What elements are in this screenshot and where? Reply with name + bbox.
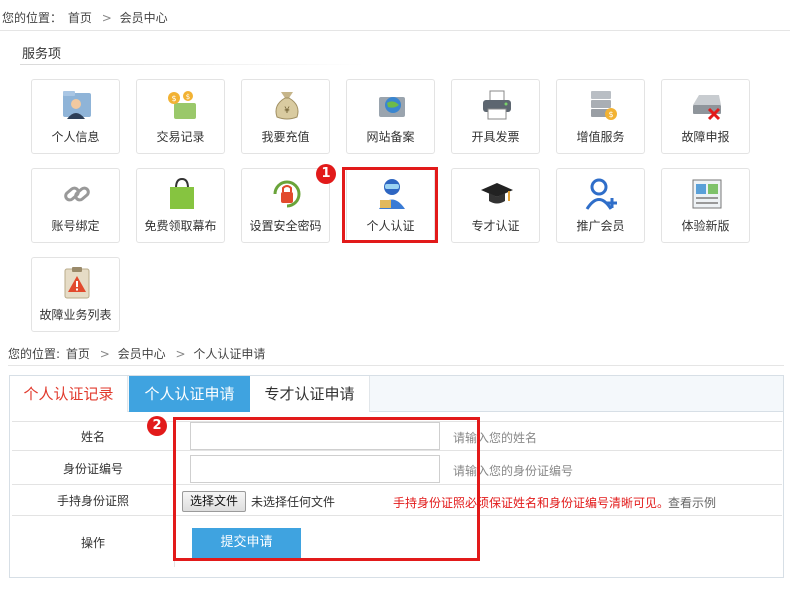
warning-clipboard-icon [64,267,90,299]
breadcrumb-prefix: 您的位置： [2,11,63,25]
drive-error-icon [693,95,721,121]
service-tile-talent-verify[interactable]: 专才认证 [451,168,540,243]
divider [8,365,784,366]
breadcrumb-home-link[interactable]: 首页 [68,11,92,25]
service-label: 开具发票 [471,130,520,144]
tab-talent-apply[interactable]: 专才认证申请 [250,376,370,412]
breadcrumb-home-link[interactable]: 首页 [66,347,90,361]
form-row-action: 操作 [12,517,782,567]
globe-record-icon [379,97,405,117]
chain-link-icon [64,186,90,202]
file-status: 未选择任何文件 [251,495,336,509]
service-label: 我要充值 [261,130,310,144]
name-input[interactable] [190,422,440,450]
service-label: 故障申报 [681,130,730,144]
breadcrumb-separator: > [99,347,110,361]
service-tile-website-filing[interactable]: 网站备案 [346,79,435,154]
person-verify-icon [379,179,405,209]
security-lock-icon [273,180,301,208]
add-user-icon [585,178,617,210]
service-label: 体验新版 [681,219,730,233]
photo-label: 手持身份证照 [12,486,175,515]
verification-panel: 个人认证记录 个人认证申请 专才认证申请 姓名 身份证编号 手持身份证照 操作 … [9,375,784,578]
new-version-window-icon [692,179,722,209]
service-label: 增值服务 [576,130,625,144]
id-number-input[interactable] [190,455,440,483]
services-divider [20,64,365,65]
service-label: 故障业务列表 [39,308,112,322]
svg-text:$: $ [186,93,190,101]
service-label: 网站备案 [366,130,415,144]
tab-bar: 个人认证记录 个人认证申请 专才认证申请 [10,376,783,412]
tab-verify-apply[interactable]: 个人认证申请 [129,376,250,412]
svg-text:$: $ [608,110,613,119]
breadcrumb-separator: > [101,11,112,25]
breadcrumb-current: 个人认证申请 [193,347,266,361]
service-label: 账号绑定 [51,219,100,233]
breadcrumb-separator: > [175,347,186,361]
service-tile-transactions[interactable]: $ $ 交易记录 [136,79,225,154]
user-folder-icon [63,91,91,119]
breadcrumb-prefix: 您的位置: [8,347,61,361]
shopping-bag-icon [170,177,194,209]
server-coin-icon: $ [591,91,617,120]
service-label: 设置安全密码 [249,219,322,233]
submit-button[interactable]: 提交申请 [192,528,301,558]
service-tile-recharge[interactable]: ¥ 我要充值 [241,79,330,154]
service-tile-fault-report[interactable]: 故障申报 [661,79,750,154]
step-badge-1: 1 [316,164,336,184]
photo-warning: 手持身份证照必须保证姓名和身份证编号清晰可见。 [393,496,670,510]
step-badge-2: 2 [147,416,167,436]
graduation-cap-icon [481,183,513,204]
breadcrumb-member-link[interactable]: 会员中心 [118,347,166,361]
money-transactions-icon: $ $ [168,91,196,119]
breadcrumb-current[interactable]: 会员中心 [120,11,168,25]
action-label: 操作 [12,517,175,567]
service-label: 推广会员 [576,219,625,233]
service-tile-invoice[interactable]: 开具发票 [451,79,540,154]
service-tile-free-curtain[interactable]: 免费领取幕布 [136,168,225,243]
breadcrumb: 您的位置： 首页 > 会员中心 [2,9,170,26]
service-tile-account-binding[interactable]: 账号绑定 [31,168,120,243]
service-tile-personal-verify[interactable]: 个人认证 [346,168,435,243]
service-tile-personal-info[interactable]: 个人信息 [31,79,120,154]
svg-text:¥: ¥ [284,106,290,116]
printer-icon [483,90,511,120]
id-number-label: 身份证编号 [12,452,175,484]
choose-file-button[interactable]: 选择文件 [182,491,246,512]
service-label: 个人认证 [366,219,415,233]
service-tile-promote-member[interactable]: 推广会员 [556,168,645,243]
service-tile-new-version[interactable]: 体验新版 [661,168,750,243]
service-label: 免费领取幕布 [144,219,217,233]
divider [0,30,790,31]
tab-verify-records[interactable]: 个人认证记录 [10,376,128,412]
service-label: 专才认证 [471,219,520,233]
view-example-link[interactable]: 查看示例 [668,494,716,511]
services-title: 服务项 [22,47,62,62]
svg-text:$: $ [171,94,176,103]
id-number-hint: 请输入您的身份证编号 [453,464,574,478]
service-label: 个人信息 [51,130,100,144]
name-hint: 请输入您的姓名 [453,431,538,445]
breadcrumb-secondary: 您的位置: 首页 > 会员中心 > 个人认证申请 [8,345,267,362]
service-tile-fault-list[interactable]: 故障业务列表 [31,257,120,332]
service-tile-value-added[interactable]: $ 增值服务 [556,79,645,154]
money-bag-icon: ¥ [275,92,299,120]
service-label: 交易记录 [156,130,205,144]
